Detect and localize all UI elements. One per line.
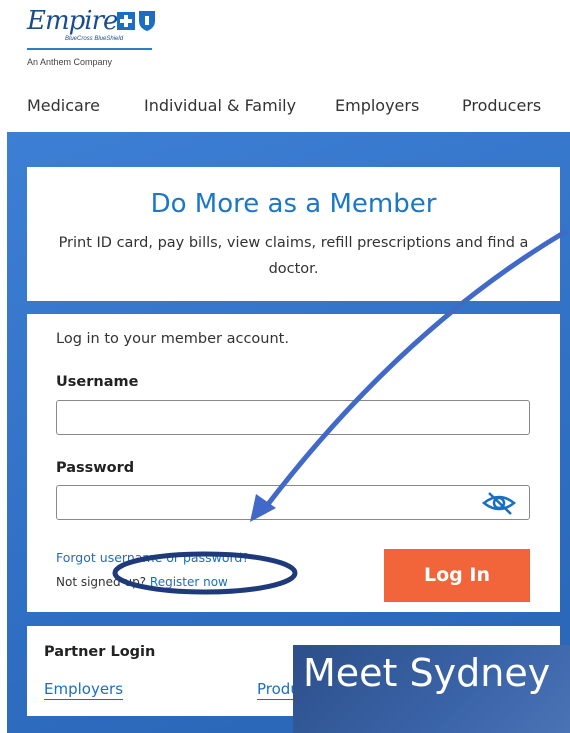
cross-shield-icon: [117, 11, 155, 31]
username-label: Username: [56, 374, 139, 390]
login-button[interactable]: Log In: [384, 549, 530, 602]
password-label: Password: [56, 460, 135, 476]
main-nav: Medicare Individual & Family Employers P…: [0, 96, 570, 120]
login-card: Log in to your member account. Username …: [27, 314, 560, 612]
eye-slash-icon[interactable]: [481, 490, 517, 516]
partner-login-title: Partner Login: [44, 644, 156, 660]
logo-divider: [27, 48, 152, 50]
logo-subtitle: BlueCross BlueShield: [65, 36, 124, 42]
not-signed-up-text: Not signed up?: [56, 575, 147, 589]
promo-title: Do More as a Member: [150, 189, 437, 219]
promo-description: Print ID card, pay bills, view claims, r…: [58, 235, 529, 277]
nav-item-producers[interactable]: Producers: [462, 96, 541, 115]
signup-prompt: Not signed up? Register now: [56, 575, 228, 589]
meet-sydney-banner[interactable]: Meet Sydney: [293, 645, 570, 733]
empire-logo[interactable]: Empire BlueCross BlueShield An Anthem Co…: [27, 6, 157, 67]
password-input[interactable]: [56, 485, 530, 520]
nav-item-employers[interactable]: Employers: [335, 96, 419, 115]
logo-wordmark: Empire: [27, 6, 118, 36]
nav-item-individual-family[interactable]: Individual & Family: [144, 96, 296, 115]
member-promo-card: Do More as a Member Print ID card, pay b…: [27, 167, 560, 301]
username-input[interactable]: [56, 400, 530, 435]
register-link[interactable]: Register now: [150, 575, 228, 589]
logo-tagline: An Anthem Company: [27, 57, 113, 67]
login-intro: Log in to your member account.: [56, 331, 289, 347]
nav-item-medicare[interactable]: Medicare: [27, 96, 100, 115]
site-header: Empire BlueCross BlueShield An Anthem Co…: [0, 0, 570, 132]
partner-link-employers[interactable]: Employers: [44, 680, 124, 700]
sydney-banner-text: Meet Sydney: [303, 651, 551, 695]
forgot-credentials-link[interactable]: Forgot username or password?: [56, 550, 249, 565]
